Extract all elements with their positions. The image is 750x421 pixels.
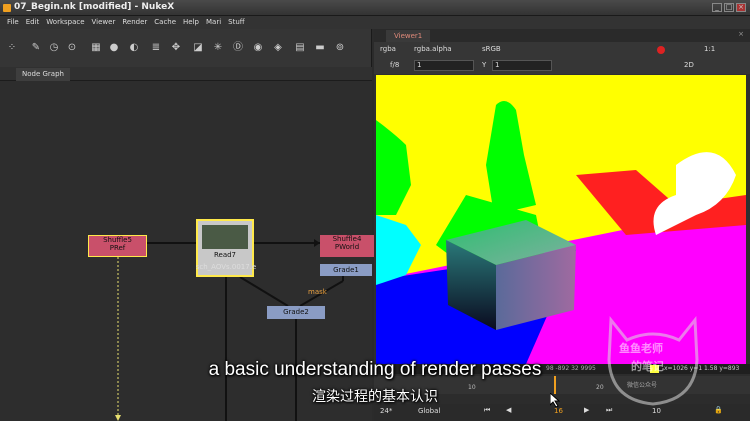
3d-nodes-icon[interactable]: ◪ [192, 42, 204, 54]
menu-file[interactable]: File [7, 18, 19, 26]
image-nodes-icon[interactable]: ⁘ [6, 42, 18, 54]
colorspace-dropdown[interactable]: sRGB [482, 45, 501, 53]
nuke-app-icon [3, 4, 11, 12]
menu-workspace[interactable]: Workspace [46, 18, 84, 26]
channel-nodes-icon[interactable]: ⊙ [66, 42, 78, 54]
menu-stuff[interactable]: Stuff [228, 18, 244, 26]
menu-render[interactable]: Render [122, 18, 147, 26]
node-toolbar: ⁘ ✎ ◷ ⊙ ▦ ● ◐ ≣ ✥ ◪ ✳ Ⓓ ◉ ◈ ▤ ▬ ⊚ [0, 29, 372, 67]
node-grade2-title: Grade2 [283, 308, 309, 316]
node-read7-title: Read7 [213, 251, 237, 259]
node-shuffle5-subtitle: PRef [109, 244, 126, 252]
menu-viewer[interactable]: Viewer [92, 18, 116, 26]
lock-icon[interactable]: 🔒 [714, 406, 723, 414]
furnace-nodes-icon[interactable]: ⊚ [334, 42, 346, 54]
viewer-controls-row1: rgba rgba.alpha sRGB 1:1 [374, 42, 750, 58]
views-nodes-icon[interactable]: ◉ [252, 42, 264, 54]
watermark-line1: 鱼鱼老师 [619, 342, 663, 355]
node-graph-tabbar: Node Graph [0, 67, 372, 81]
play-icon[interactable]: ▶ [584, 406, 589, 414]
view-mode-dropdown[interactable]: 2D [684, 61, 694, 69]
mask-label: mask [308, 288, 327, 296]
viewer-tabbar: Viewer1 × [374, 29, 750, 42]
prev-frame-icon[interactable]: ◀ [506, 406, 511, 414]
gamma-field[interactable]: 1 [492, 60, 552, 71]
first-frame-icon[interactable]: ⏮ [484, 406, 490, 415]
transform-nodes-icon[interactable]: ✥ [170, 42, 182, 54]
subtitle-english: a basic understanding of render passes [208, 359, 542, 380]
deep-nodes-icon[interactable]: Ⓓ [232, 42, 244, 54]
viewer-close-icon[interactable]: × [738, 30, 744, 38]
tab-node-graph[interactable]: Node Graph [16, 68, 70, 81]
minimize-button[interactable]: _ [712, 3, 722, 12]
time-nodes-icon[interactable]: ◷ [48, 42, 60, 54]
node-shuffle4[interactable]: Shuffle4 PWorld [320, 235, 374, 257]
other-nodes-icon[interactable]: ▬ [314, 42, 326, 54]
menu-cache[interactable]: Cache [154, 18, 176, 26]
close-button[interactable]: × [736, 3, 746, 12]
window-titlebar: 07_Begin.nk [modified] - NukeX _ □ × [0, 0, 750, 16]
fstop-label: f/8 [390, 61, 400, 69]
menu-bar: File Edit Workspace Viewer Render Cache … [0, 16, 750, 29]
node-shuffle5[interactable]: Shuffle5 PRef [88, 235, 147, 257]
tab-viewer1[interactable]: Viewer1 [386, 30, 431, 42]
scope-dropdown[interactable]: Global [418, 407, 440, 415]
metadata-nodes-icon[interactable]: ◈ [272, 42, 284, 54]
window-title: 07_Begin.nk [modified] - NukeX [14, 2, 175, 12]
node-read7-filename: sch_AOVs.0017.e [195, 263, 257, 271]
node-shuffle4-title: Shuffle4 [332, 235, 362, 243]
current-frame-field[interactable]: 16 [554, 407, 563, 415]
keyer-nodes-icon[interactable]: ◐ [128, 42, 140, 54]
menu-help[interactable]: Help [183, 18, 199, 26]
color-nodes-icon[interactable]: ▦ [90, 42, 102, 54]
fps-dropdown[interactable]: 24* [380, 407, 392, 415]
node-grade1[interactable]: Grade1 [320, 264, 372, 276]
filter-nodes-icon[interactable]: ● [108, 42, 120, 54]
node-grade1-title: Grade1 [333, 266, 359, 274]
node-grade2[interactable]: Grade2 [267, 306, 325, 319]
node-shuffle5-title: Shuffle5 [103, 236, 132, 244]
mouse-cursor [550, 393, 560, 407]
draw-nodes-icon[interactable]: ✎ [30, 42, 42, 54]
zoom-dropdown[interactable]: 1:1 [704, 45, 715, 53]
menu-edit[interactable]: Edit [26, 18, 40, 26]
gain-field[interactable]: 1 [414, 60, 474, 71]
channels-dropdown[interactable]: rgba [380, 45, 396, 53]
node-shuffle4-subtitle: PWorld [334, 243, 360, 251]
maximize-button[interactable]: □ [724, 3, 734, 12]
toolsets-icon[interactable]: ▤ [294, 42, 306, 54]
particles-nodes-icon[interactable]: ✳ [212, 42, 224, 54]
menu-mari[interactable]: Mari [206, 18, 221, 26]
subtitle-chinese: 渲染过程的基本认识 [312, 389, 438, 405]
viewer-controls-row2: f/8 1 Y 1 2D [374, 58, 750, 74]
record-icon[interactable] [657, 46, 665, 54]
merge-nodes-icon[interactable]: ≣ [150, 42, 162, 54]
gamma-label: Y [482, 61, 487, 69]
read-thumbnail [202, 225, 248, 249]
alpha-channel-dropdown[interactable]: rgba.alpha [414, 45, 452, 53]
